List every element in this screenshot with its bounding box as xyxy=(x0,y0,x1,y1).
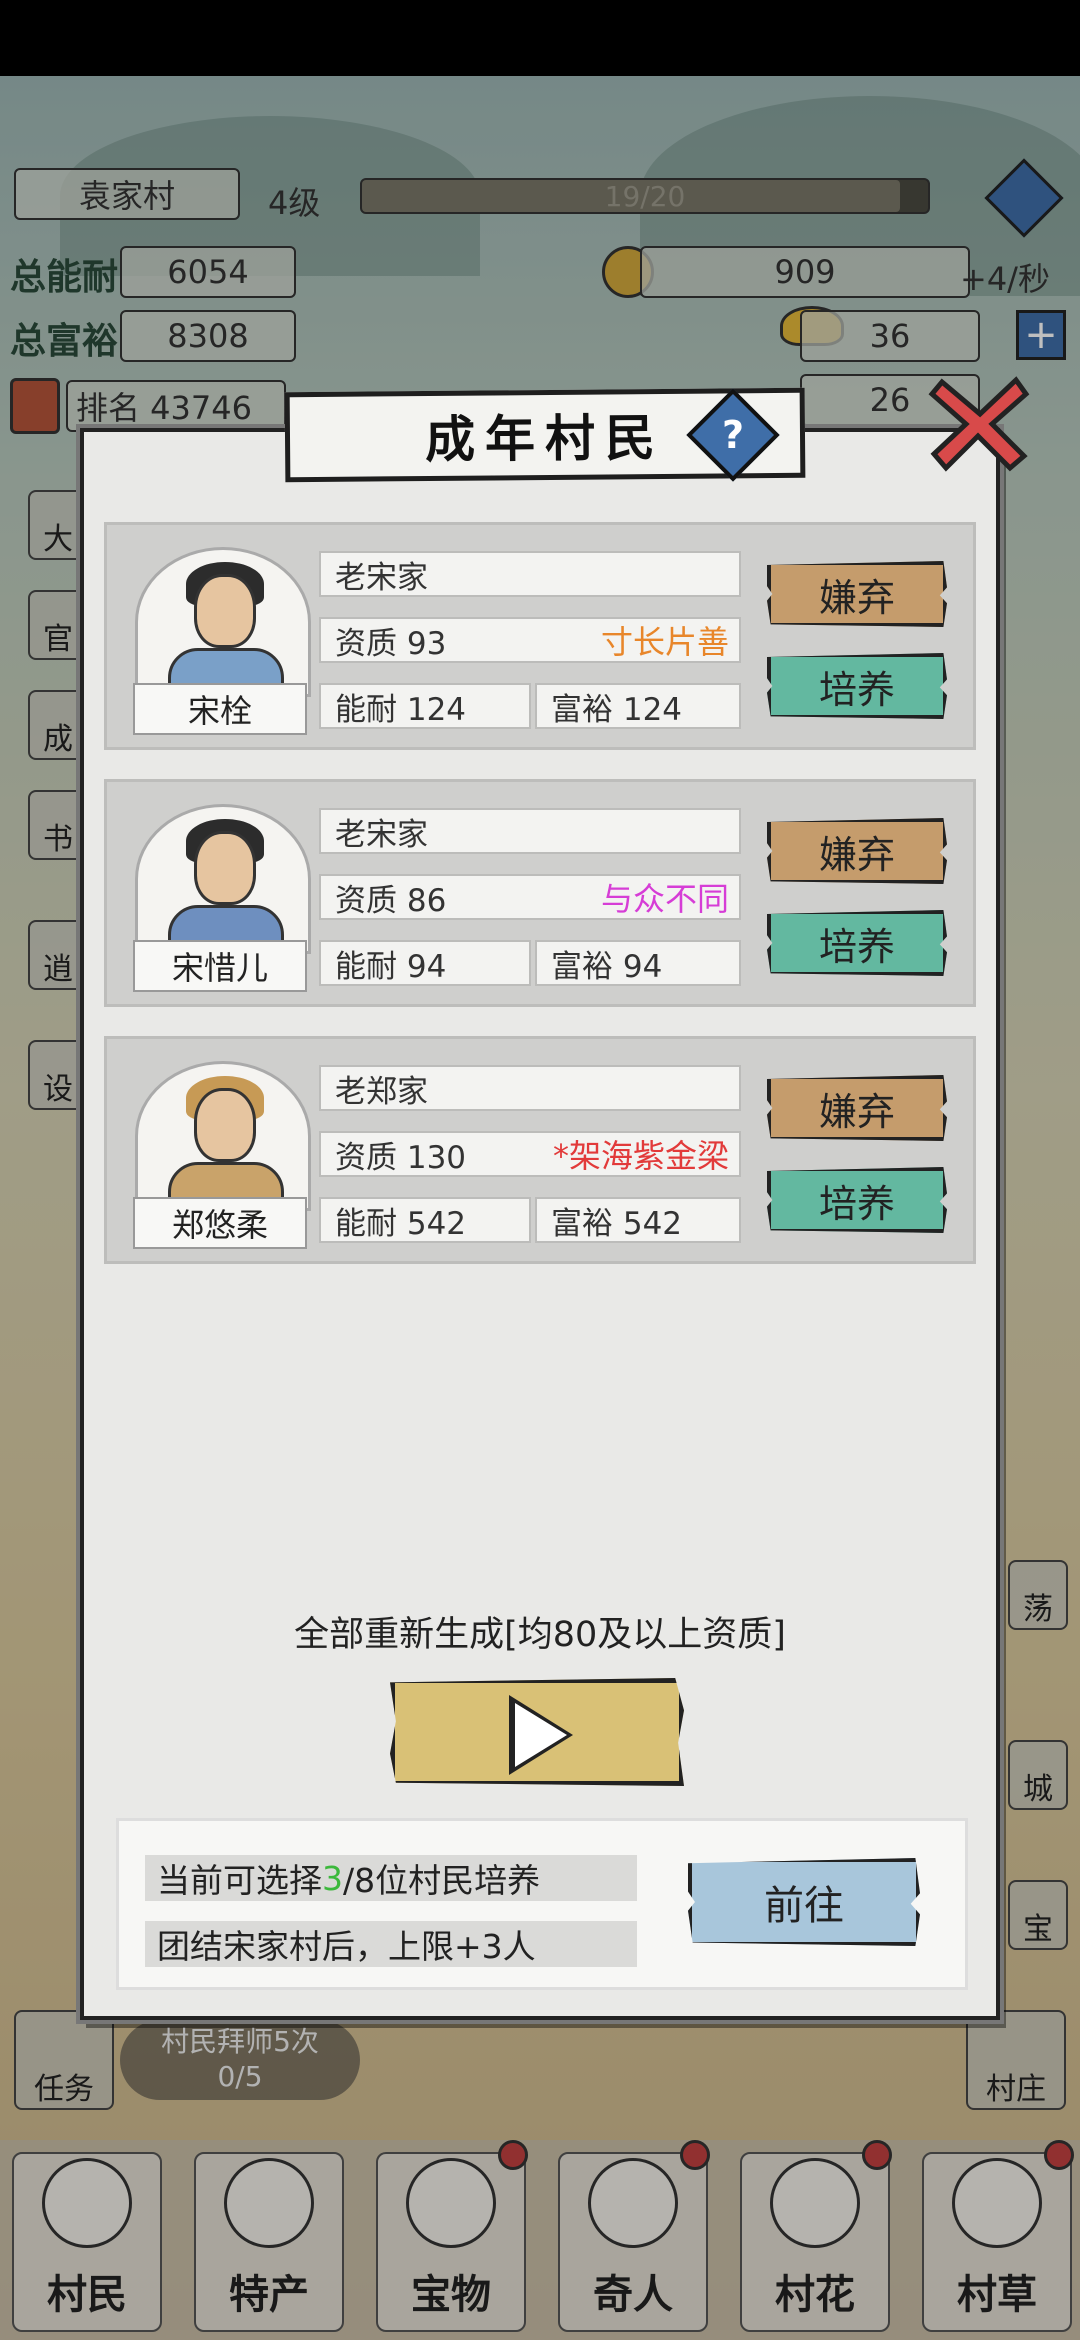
regenerate-description: 全部重新生成[均80及以上资质] xyxy=(294,1615,786,1655)
villager-aptitude-row: 资质 130 *架海紫金梁 xyxy=(319,1131,741,1177)
villager-aptitude: 资质 93 xyxy=(335,625,447,662)
villager-aptitude: 资质 86 xyxy=(335,882,447,919)
villager-trait: 与众不同 xyxy=(600,880,729,918)
villager-wealth: 富裕 124 xyxy=(535,683,741,729)
close-icon[interactable] xyxy=(928,372,1032,476)
villager-portrait xyxy=(135,547,311,700)
villager-family: 老宋家 xyxy=(319,551,741,597)
help-icon-glyph: ? xyxy=(721,413,745,457)
villager-trait: *架海紫金梁 xyxy=(552,1137,729,1175)
goto-button[interactable]: 前往 xyxy=(688,1858,920,1946)
status-bar xyxy=(0,0,1080,76)
villager-family: 老宋家 xyxy=(319,808,741,854)
unite-village-hint: 团结宋家村后，上限+3人 xyxy=(145,1921,637,1967)
villager-card: 宋栓 老宋家 资质 93 寸长片善 能耐 124 富裕 124 嫌弃 培养 xyxy=(104,522,976,750)
abandon-button[interactable]: 嫌弃 xyxy=(767,1075,947,1141)
villager-trait: 寸长片善 xyxy=(600,623,729,661)
villager-aptitude-row: 资质 93 寸长片善 xyxy=(319,617,741,663)
dialog-title: 成年村民 xyxy=(424,407,666,470)
play-icon xyxy=(515,1703,567,1767)
villager-card: 郑悠柔 老郑家 资质 130 *架海紫金梁 能耐 542 富裕 542 嫌弃 培… xyxy=(104,1036,976,1264)
villager-portrait xyxy=(135,804,311,957)
villager-aptitude: 资质 130 xyxy=(335,1139,467,1176)
villager-name: 郑悠柔 xyxy=(133,1197,307,1249)
villager-name: 宋惜儿 xyxy=(133,940,307,992)
train-button[interactable]: 培养 xyxy=(767,653,947,719)
villager-portrait xyxy=(135,1061,311,1214)
villager-family: 老郑家 xyxy=(319,1065,741,1111)
regenerate-video-button[interactable] xyxy=(390,1678,684,1786)
villager-ability: 能耐 542 xyxy=(319,1197,531,1243)
train-button[interactable]: 培养 xyxy=(767,910,947,976)
train-button[interactable]: 培养 xyxy=(767,1167,947,1233)
villager-wealth: 富裕 542 xyxy=(535,1197,741,1243)
training-slots-text: 当前可选择 3/8位村民培养 xyxy=(145,1855,637,1901)
villager-ability: 能耐 124 xyxy=(319,683,531,729)
abandon-button[interactable]: 嫌弃 xyxy=(767,561,947,627)
training-slots-suffix: /8位村民培养 xyxy=(343,1861,541,1900)
villager-name: 宋栓 xyxy=(133,683,307,735)
abandon-button[interactable]: 嫌弃 xyxy=(767,818,947,884)
training-slots-prefix: 当前可选择 xyxy=(157,1861,322,1900)
villager-aptitude-row: 资质 86 与众不同 xyxy=(319,874,741,920)
training-slots-count: 3 xyxy=(322,1858,343,1898)
villager-ability: 能耐 94 xyxy=(319,940,531,986)
villager-card: 宋惜儿 老宋家 资质 86 与众不同 能耐 94 富裕 94 嫌弃 培养 xyxy=(104,779,976,1007)
villager-wealth: 富裕 94 xyxy=(535,940,741,986)
